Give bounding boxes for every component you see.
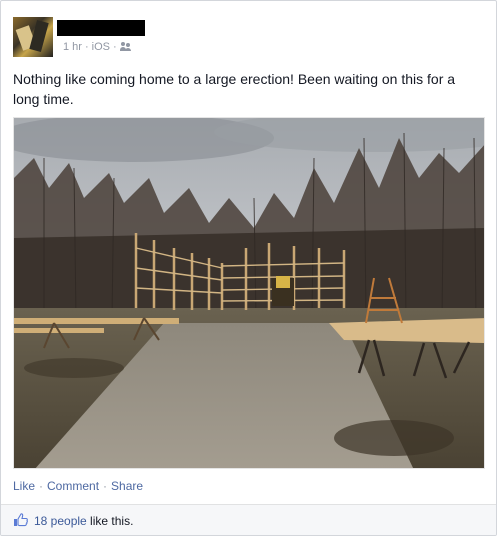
timestamp-link[interactable]: 1 hr xyxy=(63,41,82,53)
likers-link[interactable]: 18 people xyxy=(34,514,87,528)
construction-site-photo xyxy=(14,118,484,468)
post-photo[interactable] xyxy=(13,117,485,469)
likes-summary: 18 people like this. xyxy=(1,504,496,535)
share-link[interactable]: Share xyxy=(111,479,143,493)
likes-text: 18 people like this. xyxy=(34,514,133,528)
story-meta: 1 hr · iOS · xyxy=(63,41,131,53)
redacted-author-name[interactable] xyxy=(57,20,145,36)
profile-avatar[interactable] xyxy=(13,17,53,57)
likes-suffix: like this. xyxy=(86,514,134,528)
comment-link[interactable]: Comment xyxy=(47,479,99,493)
friends-icon[interactable] xyxy=(119,42,131,51)
like-link[interactable]: Like xyxy=(13,479,35,493)
source-label: iOS xyxy=(91,41,110,53)
post-message: Nothing like coming home to a large erec… xyxy=(13,71,456,107)
story-actions: Like · Comment · Share xyxy=(13,479,144,493)
feed-story: 1 hr · iOS · Nothing like coming home to a … xyxy=(0,0,497,536)
thumbs-up-icon xyxy=(14,513,28,527)
